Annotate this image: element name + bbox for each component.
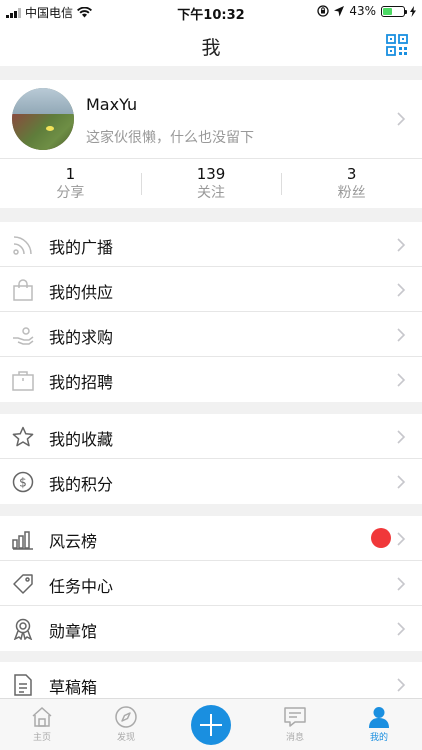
user-icon (369, 707, 389, 728)
profile-name: MaxYu (86, 95, 138, 114)
chevron-right-icon (397, 283, 406, 297)
tab-me[interactable]: 我的 (349, 705, 409, 743)
notification-badge (371, 528, 391, 548)
menu-item-task-center[interactable]: 任务中心 (0, 561, 422, 606)
chevron-right-icon (397, 238, 406, 252)
menu-item-points[interactable]: $ 我的积分 (0, 459, 422, 504)
home-icon (32, 706, 52, 727)
menu-group-my-posts: 我的广播 我的供应 我的求购 我的招聘 (0, 222, 422, 402)
tab-home[interactable]: 主页 (12, 705, 72, 743)
tab-messages[interactable]: 消息 (265, 705, 325, 743)
battery-percent: 43% (349, 4, 376, 18)
svg-text:$: $ (19, 476, 27, 490)
tab-label: 发现 (116, 733, 135, 743)
location-icon (334, 5, 345, 16)
profile-card[interactable]: MaxYu 这家伙很懒，什么也没留下 1 分享 139 关注 3 粉丝 (0, 80, 422, 208)
menu-item-medal-hall[interactable]: 勋章馆 (0, 606, 422, 651)
avatar[interactable] (12, 88, 74, 150)
bar-chart-icon (12, 531, 33, 550)
menu-item-label: 我的收藏 (49, 430, 114, 449)
tag-icon (13, 574, 33, 594)
medal-icon (13, 618, 33, 640)
stat-value: 1 (65, 165, 76, 183)
profile-bio: 这家伙很懒，什么也没留下 (86, 130, 254, 146)
tab-label: 主页 (32, 733, 51, 743)
orientation-lock-icon (317, 5, 329, 17)
chevron-right-icon (397, 678, 406, 692)
status-bar: 中国电信 下午10:32 43% (0, 0, 422, 24)
menu-item-leaderboard[interactable]: 风云榜 (0, 516, 422, 561)
chevron-right-icon (397, 475, 406, 489)
compass-icon (115, 706, 137, 728)
stat-label: 分享 (56, 185, 85, 201)
menu-item-broadcast[interactable]: 我的广播 (0, 222, 422, 267)
menu-item-label: 我的供应 (49, 283, 114, 302)
menu-item-label: 我的广播 (49, 238, 114, 257)
stat-value: 139 (196, 165, 226, 183)
menu-item-label: 草稿箱 (49, 678, 98, 697)
tab-bar: 主页 发现 消息 我的 (0, 698, 422, 750)
page-title: 我 (201, 37, 221, 59)
navigation-bar: 我 (0, 24, 422, 66)
stat-label: 粉丝 (337, 185, 366, 201)
menu-item-label: 任务中心 (49, 577, 114, 596)
stat-label: 关注 (197, 185, 225, 201)
menu-item-purchase-request[interactable]: 我的求购 (0, 312, 422, 357)
tab-label: 消息 (285, 733, 304, 743)
menu-item-label: 勋章馆 (49, 622, 98, 641)
tab-label: 我的 (369, 733, 388, 743)
menu-item-label: 我的求购 (49, 328, 114, 347)
chevron-right-icon (397, 622, 406, 636)
menu-item-label: 我的招聘 (49, 373, 114, 392)
message-icon (284, 707, 306, 727)
stat-value: 3 (346, 165, 357, 183)
menu-item-favorites[interactable]: 我的收藏 (0, 414, 422, 459)
dollar-coin-icon: $ (12, 471, 34, 493)
chevron-right-icon (397, 373, 406, 387)
chevron-right-icon (397, 532, 406, 546)
stat-shares[interactable]: 1 分享 (0, 159, 141, 208)
chevron-right-icon (397, 577, 406, 591)
briefcase-icon (12, 371, 34, 391)
tab-discover[interactable]: 发现 (96, 705, 156, 743)
menu-item-recruitment[interactable]: 我的招聘 (0, 357, 422, 402)
charging-icon (410, 5, 416, 17)
chevron-right-icon (397, 430, 406, 444)
menu-group-favorites: 我的收藏 $ 我的积分 (0, 414, 422, 504)
menu-group-activities: 风云榜 任务中心 勋章馆 (0, 516, 422, 651)
menu-item-label: 风云榜 (49, 532, 98, 551)
stat-following[interactable]: 139 关注 (140, 159, 282, 208)
battery-icon (381, 5, 407, 17)
qr-code-icon[interactable] (386, 34, 408, 56)
menu-item-supply[interactable]: 我的供应 (0, 267, 422, 312)
stat-followers[interactable]: 3 粉丝 (281, 159, 422, 208)
menu-item-label: 我的积分 (49, 475, 114, 494)
broadcast-icon (13, 236, 32, 255)
document-icon (14, 674, 32, 696)
chevron-right-icon (397, 328, 406, 342)
plus-icon[interactable] (191, 705, 231, 745)
profile-stats: 1 分享 139 关注 3 粉丝 (0, 158, 422, 208)
chevron-right-icon (397, 112, 406, 126)
shopping-bag-icon (13, 279, 33, 301)
hand-request-icon (13, 327, 34, 345)
star-icon (12, 426, 34, 447)
